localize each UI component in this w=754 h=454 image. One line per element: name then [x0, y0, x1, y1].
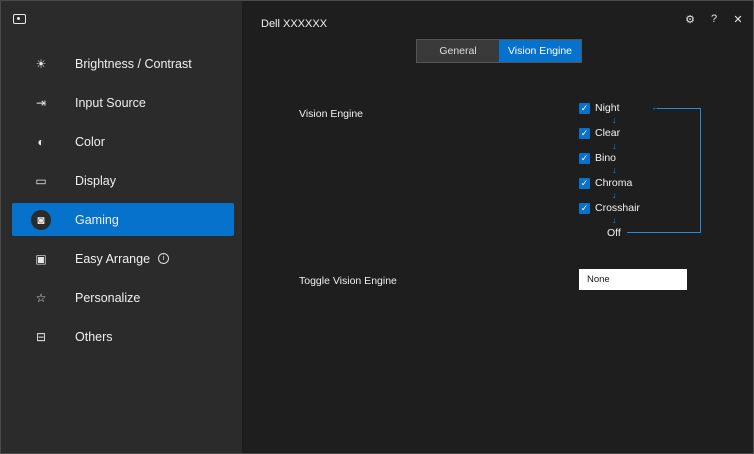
tab-vision-engine[interactable]: Vision Engine [499, 40, 581, 62]
option-night[interactable]: ✓ Night [579, 102, 620, 114]
star-icon: ☆ [35, 290, 47, 305]
others-icon: ⊟ [35, 329, 47, 344]
loop-line-right [700, 108, 701, 233]
option-label: Clear [595, 127, 621, 139]
option-crosshair[interactable]: ✓ Crosshair [579, 202, 640, 214]
main-panel: Dell XXXXXX ⚙ ? ✕ General Vision Engine … [242, 1, 753, 453]
toggle-vision-engine-label: Toggle Vision Engine [299, 275, 397, 287]
down-arrow-icon: ↓ [612, 115, 617, 125]
sidebar-item-brightness-contrast[interactable]: ☀ Brightness / Contrast [12, 47, 234, 80]
option-off: Off [607, 227, 621, 239]
down-arrow-icon: ↓ [612, 190, 617, 200]
option-label: Crosshair [595, 202, 640, 214]
sidebar-item-color[interactable]: ◐ Color [12, 125, 234, 158]
help-icon[interactable]: ? [707, 12, 721, 26]
tab-bar: General Vision Engine [416, 39, 582, 63]
option-chroma[interactable]: ✓ Chroma [579, 177, 632, 189]
window-controls: ⚙ ? ✕ [683, 12, 745, 26]
color-palette-icon: ◐ [37, 134, 45, 149]
window-title: Dell XXXXXX [261, 18, 328, 30]
close-icon[interactable]: ✕ [731, 12, 745, 26]
sidebar-item-display[interactable]: ▭ Display [12, 164, 234, 197]
loop-line-top [657, 108, 700, 109]
sidebar-nav: ☀ Brightness / Contrast ⇥ Input Source ◐… [12, 47, 234, 359]
sidebar-item-label: Gaming [75, 212, 119, 227]
option-bino[interactable]: ✓ Bino [579, 152, 616, 164]
brightness-icon: ☀ [35, 56, 47, 71]
input-source-icon: ⇥ [35, 95, 47, 110]
sidebar-item-label: Others [75, 329, 113, 344]
sidebar-item-label: Personalize [75, 290, 141, 305]
toggle-vision-engine-select[interactable]: None [579, 269, 687, 290]
option-clear[interactable]: ✓ Clear [579, 127, 620, 139]
sidebar-item-input-source[interactable]: ⇥ Input Source [12, 86, 234, 119]
checkbox-checked[interactable]: ✓ [579, 177, 590, 189]
app-window: ☀ Brightness / Contrast ⇥ Input Source ◐… [0, 0, 754, 454]
sidebar-item-others[interactable]: ⊟ Others [12, 320, 234, 353]
checkbox-checked[interactable]: ✓ [579, 202, 590, 214]
sidebar-item-label: Color [75, 134, 105, 149]
monitor-app-icon [13, 14, 26, 24]
option-label: Chroma [595, 177, 633, 189]
option-label: Bino [595, 152, 617, 164]
monitor-icon: ▭ [35, 173, 47, 188]
down-arrow-icon: ↓ [612, 215, 617, 225]
sidebar-item-label: Easy Arrange [75, 251, 151, 266]
option-label: Night [595, 102, 620, 114]
info-icon[interactable]: i [158, 253, 170, 264]
off-label: Off [607, 227, 621, 239]
checkbox-checked[interactable]: ✓ [579, 127, 590, 139]
sidebar-item-easy-arrange[interactable]: ▣ Easy Arrange i [12, 242, 234, 275]
sidebar-item-label: Input Source [75, 95, 146, 110]
down-arrow-icon: ↓ [612, 165, 617, 175]
down-arrow-icon: ↓ [612, 141, 617, 151]
easy-arrange-icon: ▣ [35, 251, 47, 266]
settings-icon[interactable]: ⚙ [683, 12, 697, 26]
sidebar-item-gaming[interactable]: ◙ Gaming [12, 203, 234, 236]
checkbox-checked[interactable]: ✓ [579, 102, 590, 114]
sidebar-item-label: Display [75, 173, 116, 188]
tab-general[interactable]: General [417, 40, 499, 62]
sidebar-item-label: Brightness / Contrast [75, 56, 192, 71]
gamepad-icon: ◙ [31, 209, 51, 230]
vision-engine-label: Vision Engine [299, 108, 364, 120]
loop-line-bottom [627, 232, 701, 233]
checkbox-checked[interactable]: ✓ [579, 152, 590, 164]
sidebar: ☀ Brightness / Contrast ⇥ Input Source ◐… [1, 1, 242, 453]
sidebar-item-personalize[interactable]: ☆ Personalize [12, 281, 234, 314]
